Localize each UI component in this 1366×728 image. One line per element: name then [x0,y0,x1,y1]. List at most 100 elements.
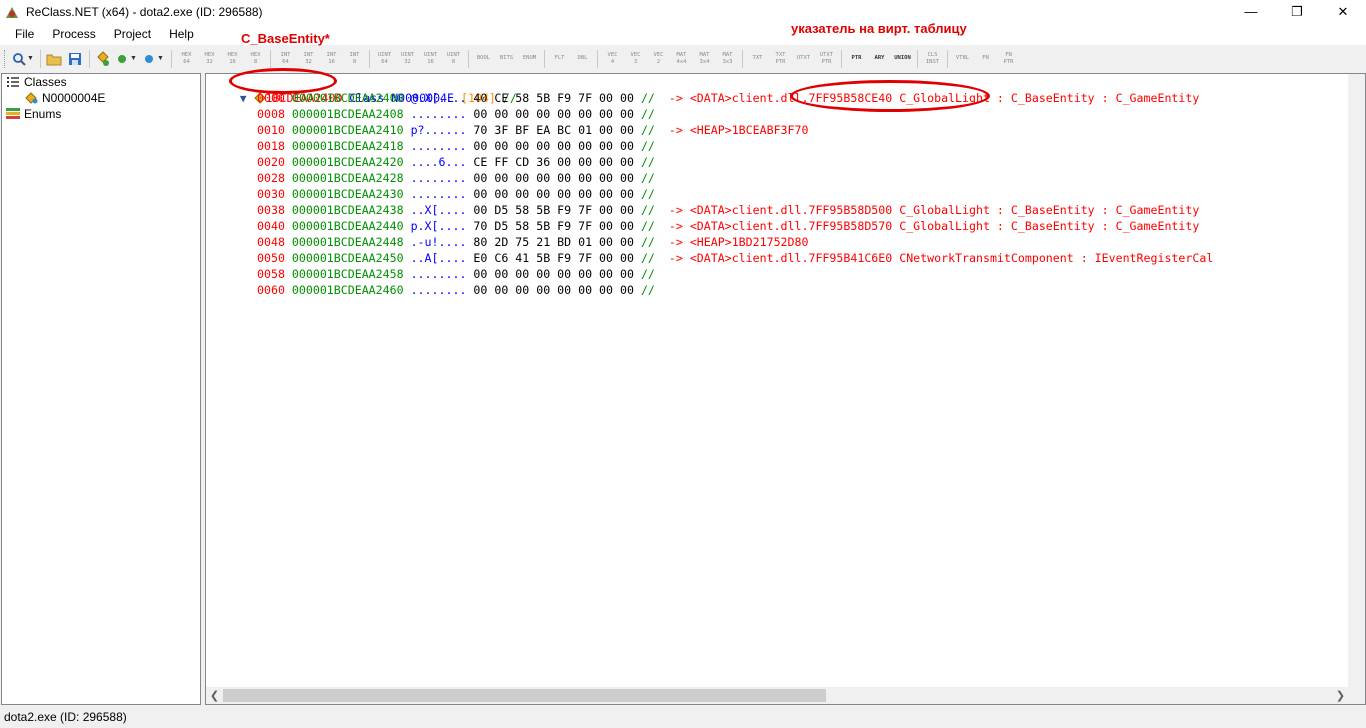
horizontal-scrollbar[interactable]: ❮ ❯ [206,687,1349,704]
type-button[interactable]: PTR [845,49,868,69]
row-comment[interactable]: // [641,187,655,201]
memory-row[interactable]: 0018 000001BCDEAA2418 ........ 00 00 00 … [257,138,669,154]
minimize-button[interactable]: — [1228,0,1274,23]
type-button[interactable]: UINT 32 [396,49,419,69]
open-project-button[interactable] [44,49,64,69]
memory-row[interactable]: 0038 000001BCDEAA2438 ..X[.... 00 D5 58 … [257,202,1199,218]
type-button[interactable]: UTXT [792,49,815,69]
row-hex-bytes[interactable]: 00 00 00 00 00 00 00 00 [473,139,634,153]
type-button[interactable]: DBL [571,49,594,69]
scroll-right-icon[interactable]: ❯ [1332,687,1349,704]
close-button[interactable]: ✕ [1320,0,1366,23]
memory-row[interactable]: 0050 000001BCDEAA2450 ..A[.... E0 C6 41 … [257,250,1213,266]
restore-button[interactable]: ❐ [1274,0,1320,23]
row-comment[interactable]: // [641,171,655,185]
type-button[interactable]: INT 32 [297,49,320,69]
memory-row[interactable]: 0028 000001BCDEAA2428 ........ 00 00 00 … [257,170,669,186]
memory-row[interactable]: 0040 000001BCDEAA2440 p.X[.... 70 D5 58 … [257,218,1199,234]
type-button[interactable]: BITS [495,49,518,69]
memory-row[interactable]: 0060 000001BCDEAA2460 ........ 00 00 00 … [257,282,669,298]
menu-process[interactable]: Process [43,27,104,41]
add-bytes-button[interactable]: ▼ [114,49,140,69]
row-hex-bytes[interactable]: 80 2D 75 21 BD 01 00 00 [473,235,634,249]
type-button[interactable]: INT 16 [320,49,343,69]
row-comment[interactable]: // [641,107,655,121]
type-button[interactable]: HEX 8 [244,49,267,69]
memory-row[interactable]: 0030 000001BCDEAA2430 ........ 00 00 00 … [257,186,669,202]
type-button[interactable]: INT 64 [274,49,297,69]
type-button[interactable]: UTXT PTR [815,49,838,69]
menu-project[interactable]: Project [105,27,160,41]
menu-help[interactable]: Help [160,27,203,41]
type-button[interactable]: ENUM [518,49,541,69]
row-comment[interactable]: // [641,283,655,297]
type-button[interactable]: MAT 4x4 [670,49,693,69]
type-button[interactable]: FN [974,49,997,69]
attach-process-button[interactable]: ▼ [10,49,36,69]
type-button[interactable]: MAT 3x4 [693,49,716,69]
type-button[interactable]: UINT 8 [442,49,465,69]
type-button[interactable]: HEX 32 [198,49,221,69]
type-button-sublabel: PTR [1003,58,1014,65]
reclass-app-icon [6,6,18,18]
scroll-left-icon[interactable]: ❮ [206,687,223,704]
type-button[interactable]: FLT [548,49,571,69]
row-hex-bytes[interactable]: 00 D5 58 5B F9 7F 00 00 [473,203,634,217]
type-button[interactable]: VTBL [951,49,974,69]
row-comment[interactable]: // [641,203,655,217]
row-comment[interactable]: // [641,155,655,169]
collapse-toggle-icon[interactable]: ▼ [240,92,247,105]
memory-row[interactable]: 0058 000001BCDEAA2458 ........ 00 00 00 … [257,266,669,282]
memory-row[interactable]: 0020 000001BCDEAA2420 ....6... CE FF CD … [257,154,669,170]
memory-view[interactable]: ▼ 1BCDEAA2400 Class N0000004E [104] // 0… [205,73,1366,705]
row-comment[interactable]: // [641,267,655,281]
type-button[interactable]: VEC 3 [624,49,647,69]
type-button[interactable]: HEX 64 [175,49,198,69]
tree-node-classes[interactable]: Classes [2,74,200,90]
row-comment[interactable]: // [641,235,655,249]
type-button[interactable]: INT 8 [343,49,366,69]
tree-node-enums[interactable]: Enums [2,106,200,122]
type-button[interactable]: HEX 16 [221,49,244,69]
type-button[interactable]: TXT PTR [769,49,792,69]
row-comment[interactable]: // [641,91,655,105]
type-button[interactable]: UNION [891,49,914,69]
type-button[interactable]: TXT [746,49,769,69]
row-hex-bytes[interactable]: 00 00 00 00 00 00 00 00 [473,187,634,201]
type-button[interactable]: UINT 64 [373,49,396,69]
horizontal-scroll-thumb[interactable] [223,689,826,702]
type-button[interactable]: VEC 2 [647,49,670,69]
type-button[interactable]: MAT 3x3 [716,49,739,69]
row-comment[interactable]: // [641,123,655,137]
row-hex-bytes[interactable]: E0 C6 41 5B F9 7F 00 00 [473,251,634,265]
type-button[interactable]: UINT 16 [419,49,442,69]
type-button[interactable]: CLS INST [921,49,944,69]
save-project-button[interactable] [65,49,85,69]
menu-file[interactable]: File [6,27,43,41]
row-comment[interactable]: // [641,219,655,233]
row-hex-bytes[interactable]: 00 00 00 00 00 00 00 00 [473,171,634,185]
type-button[interactable]: VEC 4 [601,49,624,69]
row-hex-bytes[interactable]: 70 3F BF EA BC 01 00 00 [473,123,634,137]
row-hex-bytes[interactable]: CE FF CD 36 00 00 00 00 [473,155,634,169]
row-hex-bytes[interactable]: 00 00 00 00 00 00 00 00 [473,107,634,121]
insert-bytes-button[interactable]: ▼ [141,49,167,69]
type-button[interactable]: ARY [868,49,891,69]
annotation-ellipse-vtable [790,80,990,112]
row-comment[interactable]: // [641,251,655,265]
type-button[interactable]: FN PTR [997,49,1020,69]
memory-row[interactable]: 0008 000001BCDEAA2408 ........ 00 00 00 … [257,106,669,122]
memory-row[interactable]: 0000 000001BCDEAA2400 @.X[.... 40 CE 58 … [257,90,1199,106]
row-hex-bytes[interactable]: 70 D5 58 5B F9 7F 00 00 [473,219,634,233]
add-class-button[interactable] [93,49,113,69]
row-hex-bytes[interactable]: 40 CE 58 5B F9 7F 00 00 [473,91,634,105]
vertical-scrollbar[interactable] [1348,74,1365,689]
memory-row[interactable]: 0048 000001BCDEAA2448 .-u!.... 80 2D 75 … [257,234,808,250]
row-comment[interactable]: // [641,139,655,153]
row-address: 000001BCDEAA2458 [291,267,404,281]
type-button[interactable]: BOOL [472,49,495,69]
row-hex-bytes[interactable]: 00 00 00 00 00 00 00 00 [473,283,634,297]
memory-row[interactable]: 0010 000001BCDEAA2410 p?...... 70 3F BF … [257,122,808,138]
tree-node-class-item[interactable]: N0000004E [2,90,200,106]
row-hex-bytes[interactable]: 00 00 00 00 00 00 00 00 [473,267,634,281]
